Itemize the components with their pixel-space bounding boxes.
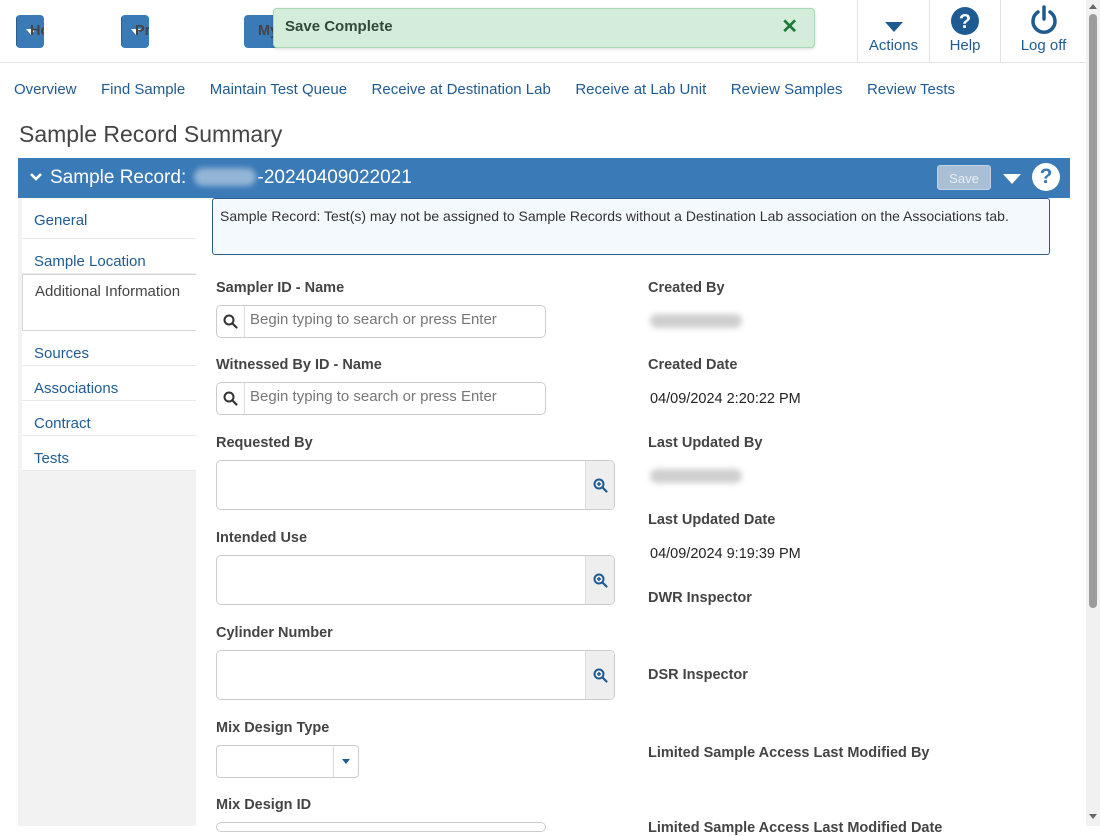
mix-design-type-select[interactable] [216, 745, 359, 778]
record-id: -20240409022021 [257, 167, 412, 188]
help-label: Help [949, 37, 981, 54]
sampler-label: Sampler ID - Name [216, 280, 345, 296]
zoom-in-icon[interactable] [585, 461, 614, 509]
mix-design-id-label: Mix Design ID [216, 797, 312, 813]
close-icon[interactable]: ✕ [781, 17, 798, 37]
nav-overview[interactable]: Overview [14, 81, 77, 98]
nav-review-samples[interactable]: Review Samples [731, 81, 843, 98]
sample-record-header: Sample Record: -20240409022021 Save ? [18, 158, 1070, 198]
sidebar-item-sample-location[interactable]: Sample Location [22, 239, 196, 274]
last-updated-by-value-redacted [650, 469, 742, 483]
zoom-in-icon[interactable] [585, 556, 614, 604]
power-icon [1030, 5, 1057, 34]
scrollbar-thumb[interactable] [1089, 14, 1097, 608]
sidebar: General Sample Location Additional Infor… [22, 198, 196, 471]
actions-label: Actions [868, 37, 919, 54]
sidebar-item-sources[interactable]: Sources [22, 331, 196, 366]
dwr-inspector-label: DWR Inspector [648, 590, 752, 606]
nav-receive-destination-lab[interactable]: Receive at Destination Lab [372, 81, 551, 98]
record-prefix: Sample Record: [50, 167, 187, 188]
created-date-value: 04/09/2024 2:20:22 PM [650, 391, 801, 407]
limited-access-modified-date-label: Limited Sample Access Last Modified Date [648, 820, 943, 836]
witnessed-search-field[interactable] [216, 382, 546, 415]
previous-split-button[interactable]: Previous [121, 15, 149, 48]
requested-by-field[interactable] [216, 460, 615, 510]
nav-maintain-test-queue[interactable]: Maintain Test Queue [210, 81, 347, 98]
requested-by-label: Requested By [216, 435, 313, 451]
module-nav: Overview Find Sample Maintain Test Queue… [14, 81, 980, 98]
previous-button[interactable]: Previous [121, 15, 149, 48]
intended-use-field[interactable] [216, 555, 615, 605]
created-date-label: Created Date [648, 357, 738, 373]
logoff-button[interactable]: Log off [1000, 0, 1086, 62]
actions-menu[interactable]: Actions [857, 0, 929, 62]
sidebar-item-associations[interactable]: Associations [22, 366, 196, 401]
cylinder-number-label: Cylinder Number [216, 625, 333, 641]
top-toolbar: Home Previous My Save Complete ✕ Actions… [0, 0, 1086, 63]
nav-review-tests[interactable]: Review Tests [867, 81, 955, 98]
limited-access-modified-by-label: Limited Sample Access Last Modified By [648, 745, 930, 761]
sampler-search-field[interactable] [216, 305, 546, 338]
sidebar-item-contract[interactable]: Contract [22, 401, 196, 436]
svg-text:?: ? [959, 11, 971, 33]
search-icon [217, 383, 245, 414]
mix-design-type-label: Mix Design Type [216, 720, 330, 736]
help-icon[interactable]: ? [1032, 163, 1060, 191]
nav-find-sample[interactable]: Find Sample [101, 81, 185, 98]
created-by-label: Created By [648, 280, 725, 296]
home-split-button[interactable]: Home [16, 15, 44, 48]
save-button[interactable]: Save [937, 165, 991, 190]
vertical-scrollbar[interactable] [1086, 0, 1100, 826]
logoff-label: Log off [1020, 37, 1067, 54]
chevron-down-icon[interactable] [333, 746, 358, 777]
sidebar-item-additional-information[interactable]: Additional Information [22, 274, 196, 331]
dsr-inspector-label: DSR Inspector [648, 667, 748, 683]
last-updated-date-value: 04/09/2024 9:19:39 PM [650, 546, 801, 562]
page-title: Sample Record Summary [19, 121, 283, 147]
cylinder-number-field[interactable] [216, 650, 615, 700]
last-updated-date-label: Last Updated Date [648, 512, 776, 528]
intended-use-label: Intended Use [216, 530, 308, 546]
search-icon [217, 306, 245, 337]
info-message: Sample Record: Test(s) may not be assign… [212, 198, 1050, 255]
chevron-down-icon [884, 22, 903, 32]
redacted-id [193, 168, 256, 186]
chevron-down-icon[interactable] [1003, 174, 1021, 184]
record-title: Sample Record: -20240409022021 [50, 167, 412, 189]
witnessed-search-input[interactable] [250, 388, 540, 405]
sidebar-item-tests[interactable]: Tests [22, 436, 196, 471]
scroll-up-arrow-icon[interactable] [1089, 4, 1097, 9]
created-by-value-redacted [650, 314, 742, 328]
help-button[interactable]: ? Help [929, 0, 1000, 62]
scroll-down-arrow-icon[interactable] [1089, 814, 1097, 819]
chevron-down-icon[interactable] [29, 170, 43, 184]
last-updated-by-label: Last Updated By [648, 435, 763, 451]
mix-design-id-field[interactable] [216, 822, 546, 832]
help-icon: ? [951, 7, 979, 35]
toast-message: Save Complete [285, 18, 393, 35]
nav-receive-lab-unit[interactable]: Receive at Lab Unit [575, 81, 706, 98]
sidebar-item-general[interactable]: General [22, 198, 196, 239]
zoom-in-icon[interactable] [585, 651, 614, 699]
save-complete-toast: Save Complete ✕ [273, 8, 815, 48]
home-button[interactable]: Home [16, 15, 44, 48]
sampler-search-input[interactable] [250, 311, 540, 328]
witnessed-label: Witnessed By ID - Name [216, 357, 382, 373]
